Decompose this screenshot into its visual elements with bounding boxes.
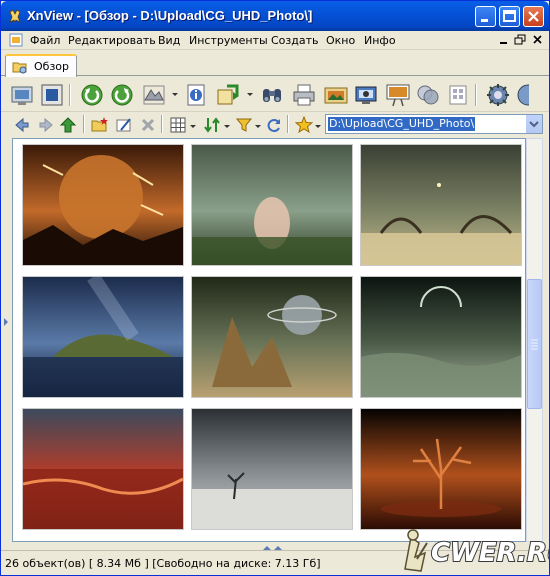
rotate-right-icon[interactable] [109,82,135,108]
thumbnail-image [361,409,521,529]
menu-window[interactable]: Окно [326,34,355,47]
thumbnail-image [192,277,352,397]
menu-create[interactable]: Создать [271,34,319,47]
delete-icon[interactable] [139,116,157,134]
thumbnail-browser[interactable] [12,138,526,542]
sort-dropdown-arrow[interactable] [224,125,230,128]
thumbnail-image [23,145,183,265]
mdi-restore-icon[interactable] [513,34,527,46]
left-panel-splitter[interactable] [1,138,12,542]
thumbnail-image [192,409,352,529]
settings-gear-icon[interactable] [485,82,511,108]
thumbnail-glowing-tree[interactable] [360,408,522,530]
capture-icon[interactable] [353,82,379,108]
address-bar[interactable]: D:\Upload\CG_UHD_Photo\ [325,114,543,134]
fullscreen-icon[interactable] [9,82,35,108]
transform-dropdown-arrow[interactable] [172,93,178,96]
window-title: XnView - [Обзор - D:\Upload\CG_UHD_Photo… [27,8,313,23]
thumbnail-image [361,277,521,397]
svg-text:CWER.RU: CWER.RU [431,538,549,568]
convert-icon[interactable] [215,82,241,108]
tab-strip: Обзор [1,51,549,77]
xnview-app-icon[interactable] [7,8,23,24]
splitter-grip-icon [4,318,8,326]
menu-file[interactable]: Файл [30,34,60,47]
favorites-star-icon[interactable] [295,116,313,134]
thumbnail-image [23,277,183,397]
vertical-scrollbar[interactable] [526,138,543,542]
thumbnail-image [23,409,183,529]
chevron-down-icon [529,121,539,128]
toolbar-separator [161,115,163,133]
scan-icon[interactable] [323,82,349,108]
minimize-button[interactable] [475,6,496,27]
thumbnail-alien-lake[interactable] [360,144,522,266]
maximize-button[interactable] [499,6,520,27]
thumbnail-view-icon[interactable] [169,116,187,134]
scrollbar-thumb[interactable] [527,279,542,409]
thumbnail-stormy-tree[interactable] [191,408,353,530]
help-icon[interactable] [515,82,529,108]
scroll-grip-icon [531,339,538,350]
filter-icon[interactable] [235,116,253,134]
refresh-icon[interactable] [265,116,283,134]
app-window: XnView - [Обзор - D:\Upload\CG_UHD_Photo… [0,0,550,576]
slideshow-icon[interactable] [385,82,411,108]
parent-folder-icon[interactable] [59,116,77,134]
convert-dropdown-arrow[interactable] [247,93,253,96]
print-icon[interactable] [291,82,317,108]
contact-sheet-icon[interactable] [445,82,471,108]
document-window-icon[interactable] [9,33,23,47]
menu-bar: Файл Редактировать Вид Инструменты Созда… [1,31,549,50]
thumbnail-image [361,145,521,265]
mdi-close-icon[interactable] [531,34,545,46]
rename-icon[interactable] [115,116,133,134]
sort-icon[interactable] [203,116,221,134]
address-path[interactable]: D:\Upload\CG_UHD_Photo\ [328,117,476,131]
tab-overview[interactable]: Обзор [5,54,77,77]
menu-view[interactable]: Вид [158,34,180,47]
toolbar-separator [83,115,85,133]
view-dropdown-arrow[interactable] [190,125,196,128]
status-text: 26 объект(ов) [ 8.34 Мб ] [Свободно на д… [5,557,321,570]
cwer-watermark-logo: CWER.RU [404,529,549,572]
rotate-left-icon[interactable] [79,82,105,108]
compare-icon[interactable] [415,82,441,108]
thumbnail-image [192,145,352,265]
main-toolbar [1,78,549,112]
minimize-icon [481,19,488,22]
filter-dropdown-arrow[interactable] [255,125,261,128]
folder-browse-icon [12,62,27,74]
close-icon [528,11,539,22]
title-bar[interactable]: XnView - [Обзор - D:\Upload\CG_UHD_Photo… [1,1,549,31]
thumbnail-eclipse-sea[interactable] [360,276,522,398]
thumbnail-planet-meteors[interactable] [22,144,184,266]
thumbnail-ringed-planet-rocks[interactable] [191,276,353,398]
thumbnail-woman-in-meadow[interactable] [191,144,353,266]
new-folder-icon[interactable] [91,116,109,134]
menu-tools[interactable]: Инструменты [189,34,268,47]
mdi-minimize-icon[interactable] [497,34,511,46]
thumbnail-red-sky-sea[interactable] [22,408,184,530]
close-button[interactable] [523,6,544,27]
toolbar-separator [475,84,477,106]
fit-window-icon[interactable] [39,82,65,108]
menu-edit[interactable]: Редактировать [68,34,156,47]
maximize-icon [503,10,516,22]
properties-icon[interactable] [183,82,209,108]
forward-arrow-icon[interactable] [37,116,55,134]
address-dropdown-button[interactable] [525,115,542,133]
thumbnail-floating-island[interactable] [22,276,184,398]
favorites-dropdown-arrow[interactable] [315,125,321,128]
toolbar-separator [69,84,71,106]
menu-info[interactable]: Инфо [364,34,396,47]
tab-overview-label: Обзор [34,60,70,73]
binoculars-icon[interactable] [259,82,285,108]
toolbar-separator [287,115,289,133]
transform-icon[interactable] [141,82,167,108]
back-arrow-icon[interactable] [13,116,31,134]
